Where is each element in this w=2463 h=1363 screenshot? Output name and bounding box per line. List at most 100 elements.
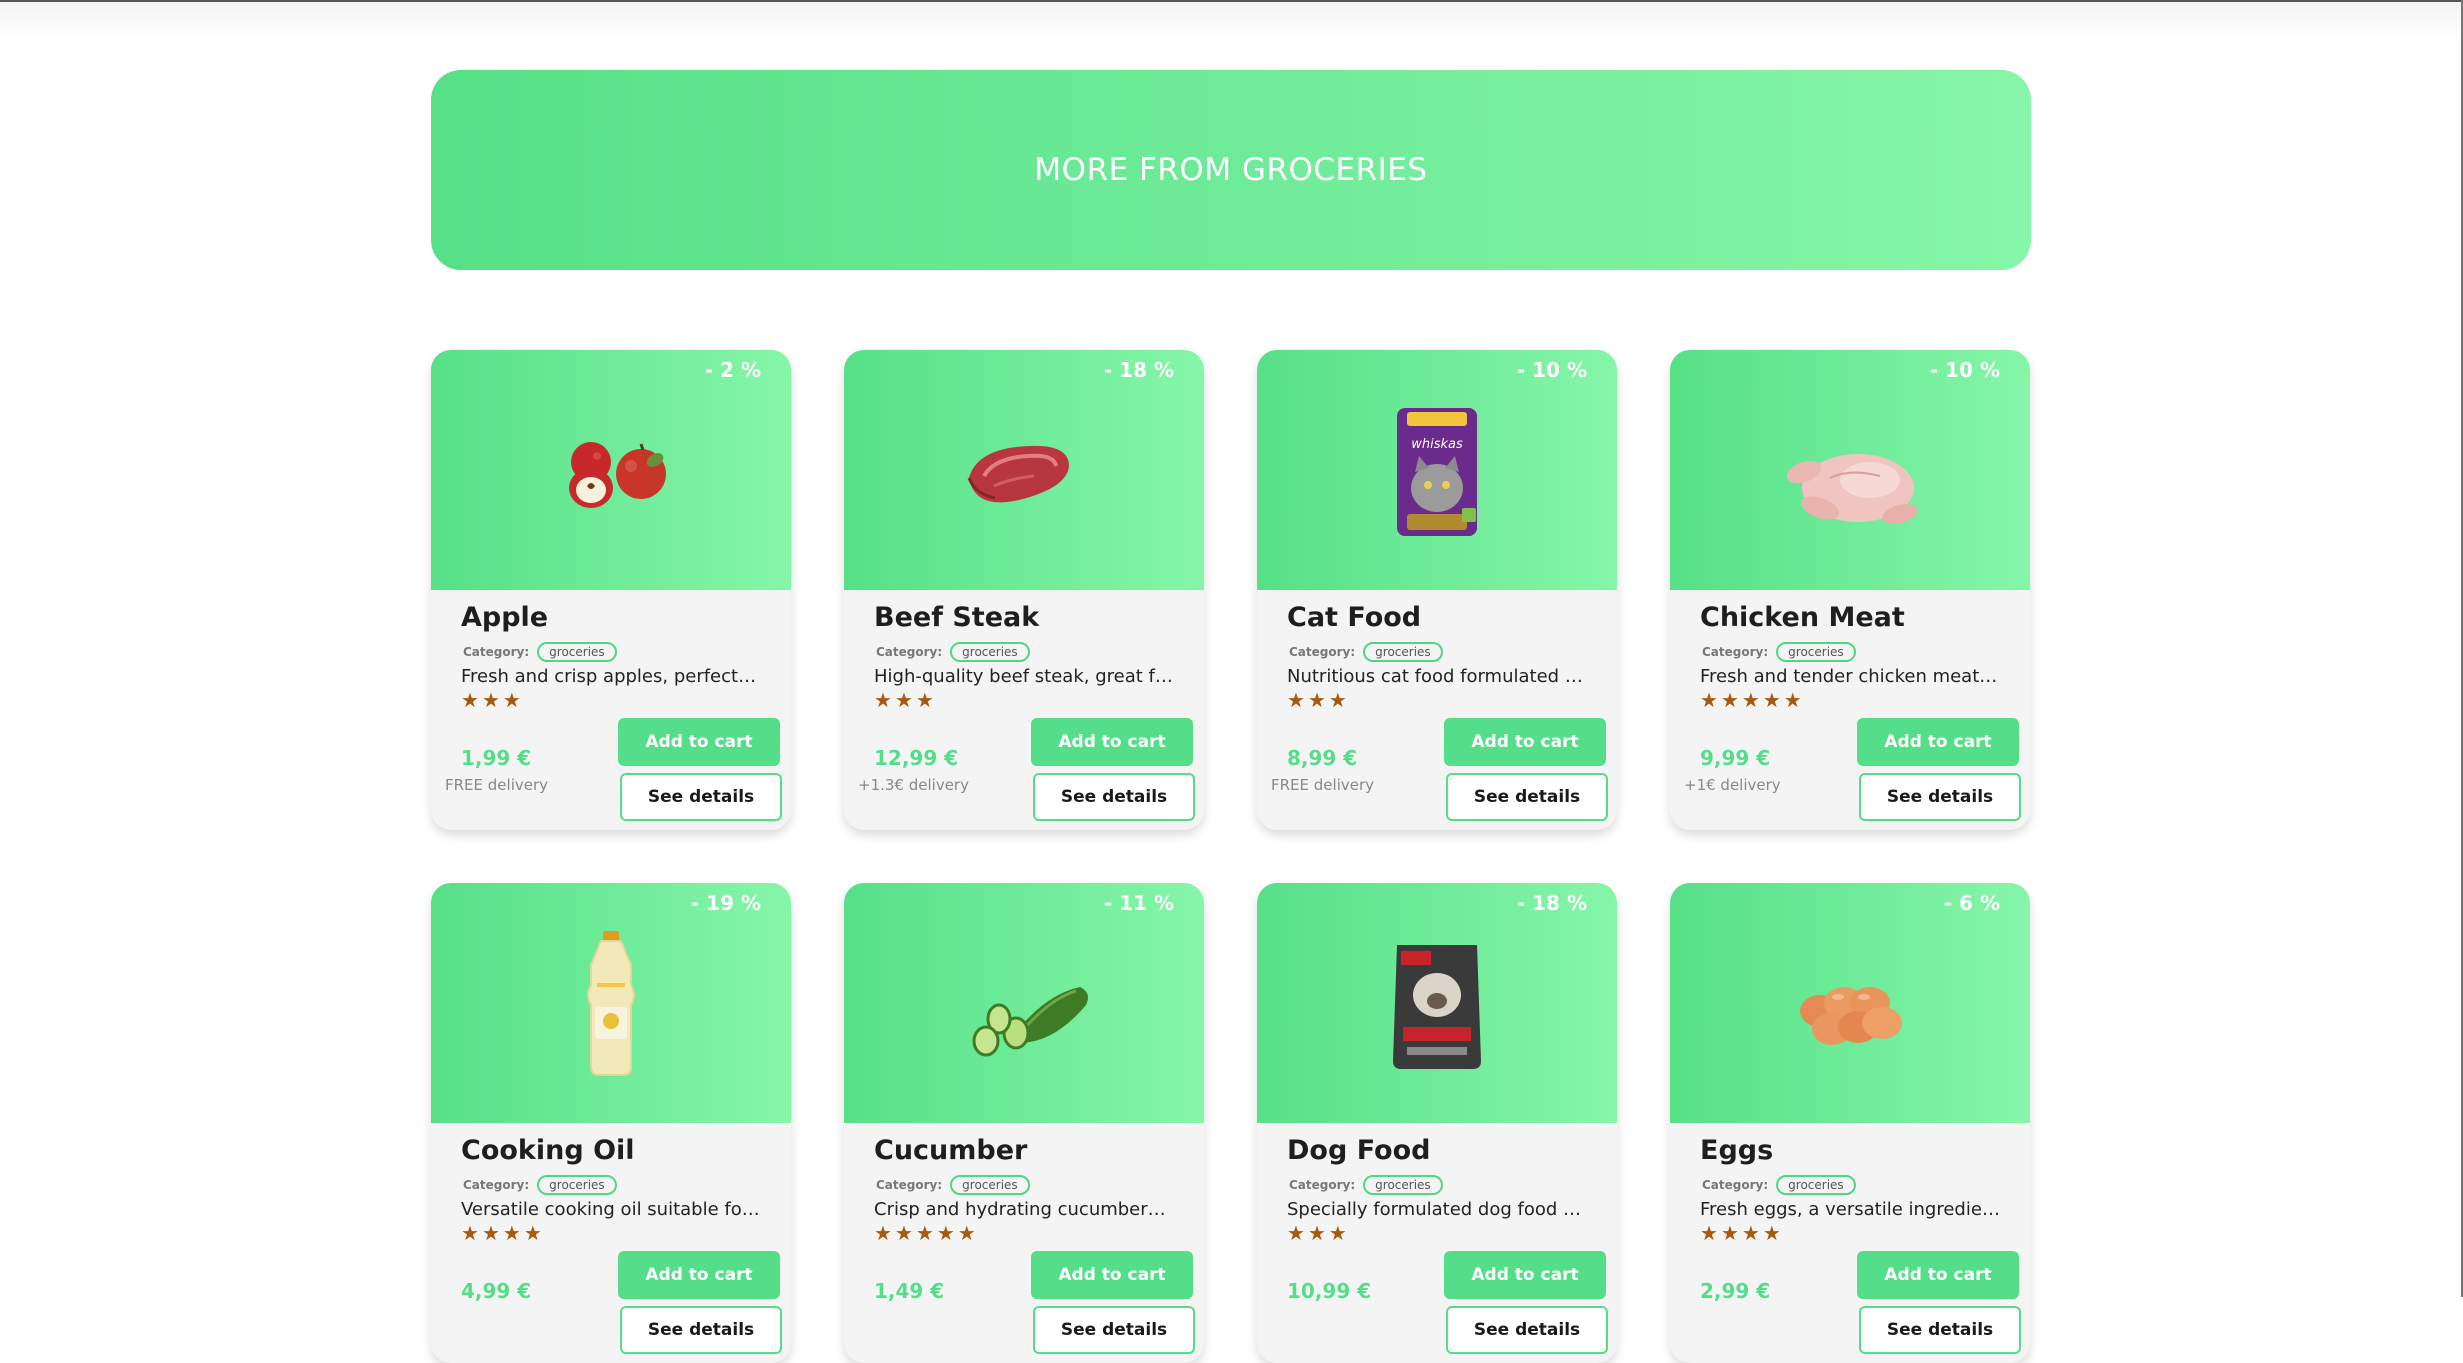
category-label: Category: (1702, 645, 1769, 659)
add-to-cart-button[interactable]: Add to cart (618, 1251, 780, 1299)
delivery-info: +1€ delivery (1684, 776, 1781, 794)
category-row: Category: groceries (1289, 642, 1443, 662)
star-icon: ★ (874, 1221, 892, 1245)
discount-badge: - 6 % (1943, 891, 2000, 915)
star-icon: ★ (1328, 688, 1347, 712)
star-rating: ★ ★ ★ ★ (461, 1221, 545, 1245)
product-card: - 19 % Cooking Oil Category: groceries Vers… (431, 883, 791, 1363)
product-description: High-quality beef steak, great for... (874, 666, 1174, 687)
product-price: 2,99 € (1700, 1279, 1771, 1303)
product-name: Cooking Oil (461, 1135, 635, 1166)
header-shadow (0, 2, 2463, 38)
see-details-button[interactable]: See details (1033, 1306, 1195, 1354)
add-to-cart-button[interactable]: Add to cart (1857, 1251, 2019, 1299)
star-icon: ★ (874, 688, 892, 712)
see-details-button[interactable]: See details (620, 773, 782, 821)
category-tag[interactable]: groceries (537, 1175, 617, 1195)
star-icon: ★ (1720, 1221, 1739, 1245)
category-banner: MORE FROM GROCERIES (431, 70, 2031, 270)
product-card: - 10 % Chicken Meat Category: groceries Fre… (1670, 350, 2030, 830)
star-icon: ★ (502, 1221, 521, 1245)
product-name: Beef Steak (874, 602, 1040, 633)
category-tag[interactable]: groceries (1363, 1175, 1443, 1195)
product-price: 12,99 € (874, 746, 959, 770)
see-details-button[interactable]: See details (620, 1306, 782, 1354)
star-icon: ★ (915, 688, 934, 712)
product-card: - 6 % Eggs Category: groceries Fresh eggs, … (1670, 883, 2030, 1363)
product-card: - 18 % Dog Food Category: groceries Special… (1257, 883, 1617, 1363)
star-icon: ★ (1783, 688, 1802, 712)
add-to-cart-button[interactable]: Add to cart (1857, 718, 2019, 766)
star-icon: ★ (1307, 1221, 1326, 1245)
product-name: Eggs (1700, 1135, 1774, 1166)
add-to-cart-button[interactable]: Add to cart (1444, 718, 1606, 766)
product-price: 8,99 € (1287, 746, 1358, 770)
dog-food-bag-icon (1257, 923, 1617, 1093)
star-icon: ★ (481, 688, 500, 712)
apple-icon (431, 390, 791, 560)
add-to-cart-button[interactable]: Add to cart (1031, 1251, 1193, 1299)
category-tag[interactable]: groceries (1363, 642, 1443, 662)
category-label: Category: (1289, 645, 1356, 659)
cat-food-pouch-icon: whiskas (1257, 390, 1617, 560)
product-image-area: - 19 % (431, 883, 791, 1123)
star-rating: ★ ★ ★ ★ (1700, 1221, 1784, 1245)
star-icon: ★ (1328, 1221, 1347, 1245)
star-icon: ★ (894, 688, 913, 712)
category-tag[interactable]: groceries (1776, 642, 1856, 662)
discount-badge: - 10 % (1516, 358, 1587, 382)
product-card: - 10 % whiskas Cat Food Category: grocerie… (1257, 350, 1617, 830)
product-price: 4,99 € (461, 1279, 532, 1303)
see-details-button[interactable]: See details (1446, 773, 1608, 821)
product-description: Fresh eggs, a versatile ingredient... (1700, 1199, 2000, 1220)
cucumber-icon (844, 923, 1204, 1093)
delivery-info: +1.3€ delivery (858, 776, 969, 794)
category-row: Category: groceries (1289, 1175, 1443, 1195)
see-details-button[interactable]: See details (1859, 773, 2021, 821)
product-name: Cat Food (1287, 602, 1422, 633)
category-tag[interactable]: groceries (1776, 1175, 1856, 1195)
product-image-area: - 2 % (431, 350, 791, 590)
delivery-info: FREE delivery (445, 776, 549, 794)
see-details-button[interactable]: See details (1033, 773, 1195, 821)
category-tag[interactable]: groceries (537, 642, 617, 662)
star-icon: ★ (915, 1221, 934, 1245)
product-price: 1,99 € (461, 746, 532, 770)
svg-text:whiskas: whiskas (1411, 437, 1463, 452)
star-icon: ★ (1287, 1221, 1305, 1245)
add-to-cart-button[interactable]: Add to cart (618, 718, 780, 766)
star-icon: ★ (1307, 688, 1326, 712)
star-rating: ★ ★ ★ ★ ★ (1700, 688, 1805, 712)
star-icon: ★ (523, 1221, 542, 1245)
product-price: 10,99 € (1287, 1279, 1372, 1303)
star-rating: ★ ★ ★ ★ ★ (874, 1221, 979, 1245)
product-description: Fresh and tender chicken meat, ... (1700, 666, 2000, 687)
product-description: Crisp and hydrating cucumbers, ... (874, 1199, 1174, 1220)
category-label: Category: (876, 645, 943, 659)
add-to-cart-button[interactable]: Add to cart (1031, 718, 1193, 766)
discount-badge: - 18 % (1516, 891, 1587, 915)
star-icon: ★ (894, 1221, 913, 1245)
category-row: Category: groceries (876, 642, 1030, 662)
product-name: Apple (461, 602, 549, 633)
see-details-button[interactable]: See details (1859, 1306, 2021, 1354)
product-image-area: - 10 % (1670, 350, 2030, 590)
discount-badge: - 18 % (1103, 358, 1174, 382)
product-image-area: - 11 % (844, 883, 1204, 1123)
category-row: Category: groceries (463, 642, 617, 662)
category-tag[interactable]: groceries (950, 1175, 1030, 1195)
product-description: Specially formulated dog food d... (1287, 1199, 1587, 1220)
add-to-cart-button[interactable]: Add to cart (1444, 1251, 1606, 1299)
star-icon: ★ (502, 688, 521, 712)
discount-badge: - 19 % (690, 891, 761, 915)
star-icon: ★ (461, 1221, 479, 1245)
star-icon: ★ (1741, 1221, 1760, 1245)
star-rating: ★ ★ ★ (461, 688, 524, 712)
product-name: Cucumber (874, 1135, 1028, 1166)
star-icon: ★ (1720, 688, 1739, 712)
see-details-button[interactable]: See details (1446, 1306, 1608, 1354)
category-tag[interactable]: groceries (950, 642, 1030, 662)
category-label: Category: (463, 645, 530, 659)
product-price: 1,49 € (874, 1279, 945, 1303)
delivery-info: FREE delivery (1271, 776, 1375, 794)
